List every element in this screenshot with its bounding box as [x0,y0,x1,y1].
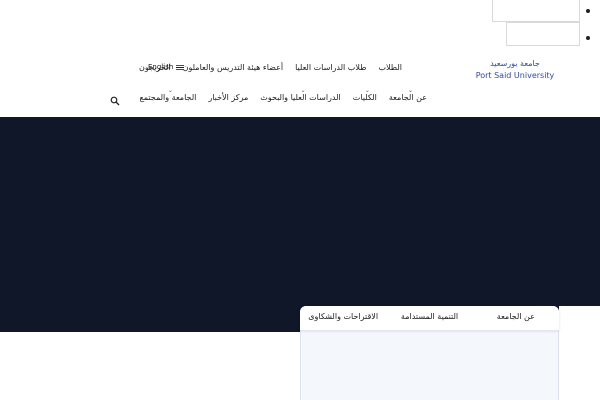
nav-item-postgrad-research-label: الدراسات العليا والبحوث [260,92,341,102]
nav-item-community-label: الجامعة والمجتمع [139,92,197,102]
content-area-right [559,332,600,400]
nav-item-faculties[interactable]: ⌄ الكليات [352,87,377,102]
tab-bar: عن الجامعة التنمية المستدامة الاقتراحات … [300,306,559,330]
chevron-down-icon: ⌄ [407,86,413,94]
bullet-icon [586,36,590,40]
nav-item-postgrad-students[interactable]: طلاب الدراسات العليا [295,63,366,72]
chevron-down-icon: ⌄ [300,86,306,94]
bullet-icon [586,9,590,13]
tab-sustainability[interactable]: التنمية المستدامة [386,306,472,330]
nav-item-about-label: عن الجامعة [388,92,427,102]
nav-item-about[interactable]: ⌄ عن الجامعة [388,87,427,102]
hero-banner [0,117,600,332]
nav-item-staff[interactable]: أعضاء هيئة التدريس والعاملون [183,63,283,72]
nav-row-main: ⌄ عن الجامعة ⌄ الكليات ⌄ الدراسات العليا وا… [128,87,428,104]
nav-item-faculties-label: الكليات [352,92,377,102]
tab-about[interactable]: عن الجامعة [473,306,559,330]
search-icon[interactable] [110,96,120,106]
tab-suggestions[interactable]: الاقتراحات والشكاوى [300,306,386,330]
chevron-down-icon: ⌄ [167,86,173,94]
logo-arabic-text: جامعة بورسعيد [490,59,540,68]
language-switch[interactable]: English [148,63,185,71]
logo-english-text: Port Said University [475,71,555,80]
chevron-down-icon: ⌄ [364,86,370,94]
university-logo[interactable]: جامعة بورسعيد Port Said University [470,58,560,82]
nav-item-news-label: مركز الأخبار [208,92,249,102]
nav-item-news[interactable]: مركز الأخبار [208,93,248,102]
language-label: English [148,63,174,71]
strip [559,306,600,332]
nav-item-postgrad-research[interactable]: ⌄ الدراسات العليا والبحوث [260,87,341,102]
top-menu-box-1 [492,0,580,22]
content-area [0,332,300,400]
nav-item-students[interactable]: الطلاب [378,63,402,72]
top-menu-box-2 [506,22,580,46]
nav-item-community[interactable]: ⌄ الجامعة والمجتمع [139,87,197,102]
uk-flag-icon [176,64,185,70]
